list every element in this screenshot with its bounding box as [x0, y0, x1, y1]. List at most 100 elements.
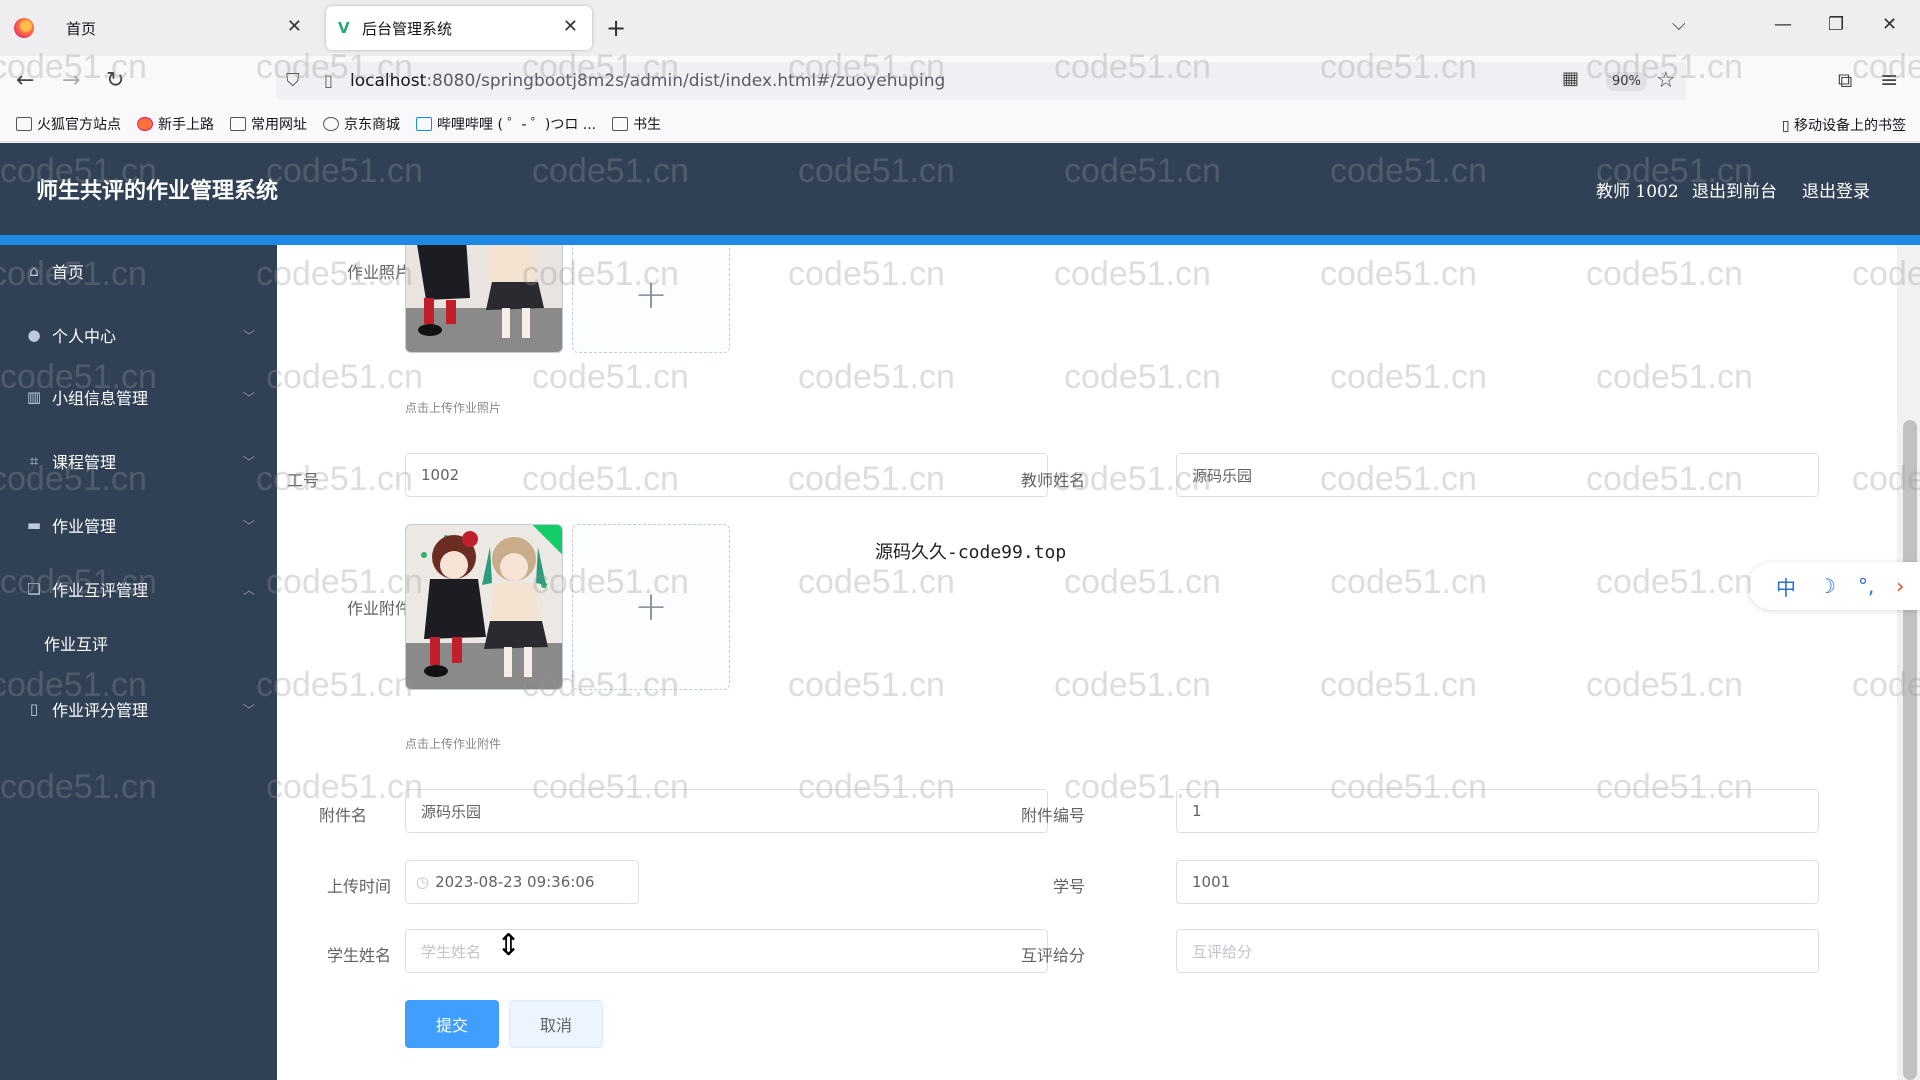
globe-icon	[323, 116, 339, 131]
anime-girls-image	[406, 525, 562, 689]
homework-icon: ▬	[26, 516, 42, 534]
folder-icon	[230, 116, 246, 131]
photo-upload-box[interactable]: +	[572, 245, 730, 353]
tab-label: 后台管理系统	[362, 19, 453, 38]
sidebar-item-scoring[interactable]: ▯ 作业评分管理 ﹀	[0, 689, 277, 729]
tab-list-icon[interactable]: ⌵	[1672, 14, 1686, 35]
bookmark-item[interactable]: 书生	[612, 114, 661, 134]
bookmark-item[interactable]: 哔哩哔哩 ( ゜- ゜)つロ ...	[416, 114, 596, 134]
chevron-down-icon: ﹀	[242, 390, 255, 405]
student-name-label: 学生姓名	[326, 946, 391, 965]
close-icon[interactable]: ✕	[563, 16, 578, 37]
bookmark-item[interactable]: 京东商城	[323, 114, 400, 134]
attachment-upload-box[interactable]: +	[572, 524, 730, 690]
chevron-down-icon: ﹀	[242, 702, 255, 717]
logout-link[interactable]: 退出登录	[1802, 177, 1870, 202]
moon-icon[interactable]: ☽	[1818, 574, 1836, 598]
tab-admin[interactable]: V 后台管理系统 ✕	[326, 6, 592, 50]
app-header: 师生共评的作业管理系统 教师 1002 退出到前台 退出登录	[0, 143, 1920, 235]
staff-no-label: 工号	[286, 471, 319, 490]
sidebar-item-peer-review[interactable]: ❏ 作业互评管理 ︿	[0, 569, 277, 609]
bookmark-star-icon[interactable]: ☆	[1656, 68, 1676, 93]
clock-icon: ◷	[416, 873, 430, 891]
teacher-name-field[interactable]: 源码乐园	[1176, 453, 1819, 497]
tab-label: 首页	[66, 19, 97, 38]
sidebar-item-peer-review-sub[interactable]: 作业互评	[0, 623, 277, 663]
extensions-icon[interactable]: ⧉	[1838, 68, 1852, 92]
plus-icon: +	[634, 584, 668, 630]
url-bar[interactable]: ⛉ ▯ localhost:8080/springbootj8m2s/admin…	[276, 62, 1686, 100]
staff-no-field[interactable]: 1002	[405, 453, 1048, 497]
mobile-bookmarks[interactable]: ▯ 移动设备上的书签	[1782, 115, 1906, 135]
forward-icon[interactable]: →	[62, 68, 80, 93]
chevron-down-icon: ﹀	[242, 454, 255, 469]
bilibili-icon	[416, 116, 432, 131]
vue-icon: V	[338, 19, 350, 37]
anime-girls-image	[406, 245, 562, 352]
teacher-name-label: 教师姓名	[1020, 471, 1085, 490]
peer-score-label: 互评给分	[1020, 946, 1085, 965]
menu-icon[interactable]: ≡	[1880, 68, 1898, 93]
qr-code-icon[interactable]: ▦	[1562, 68, 1579, 89]
plus-icon: +	[634, 272, 668, 318]
review-icon: ❏	[27, 580, 41, 598]
browser-tab-bar: 首页 ✕ V 后台管理系统 ✕ + ⌵ — ❐ ✕	[0, 0, 1920, 56]
attachment-thumbnail[interactable]	[405, 524, 563, 690]
folder-icon	[16, 116, 32, 131]
current-user: 教师 1002	[1596, 182, 1679, 202]
homework-photo-thumbnail[interactable]	[405, 245, 563, 353]
peer-score-input[interactable]: 互评给分	[1176, 929, 1819, 973]
bookmark-item[interactable]: 火狐官方站点	[16, 114, 121, 134]
punctuation-icon[interactable]: °,	[1858, 574, 1874, 598]
attachment-label: 作业附件	[346, 599, 411, 618]
chevron-down-icon: ﹀	[242, 328, 255, 343]
sidebar-item-course[interactable]: ⌗ 课程管理 ﹀	[0, 441, 277, 481]
attachment-upload-hint: 点击上传作业附件	[405, 737, 502, 751]
attach-no-field[interactable]: 1	[1176, 789, 1819, 833]
sidebar-item-homework[interactable]: ▬ 作业管理 ﹀	[0, 505, 277, 545]
chevron-up-icon: ︿	[242, 582, 255, 597]
sidebar-item-group[interactable]: ▥ 小组信息管理 ﹀	[0, 377, 277, 417]
group-icon: ▥	[26, 388, 42, 406]
close-icon[interactable]: ✕	[287, 16, 302, 37]
minimize-button[interactable]: —	[1774, 14, 1792, 35]
firefox-icon	[137, 116, 153, 131]
score-icon: ▯	[29, 700, 39, 718]
submit-button[interactable]: 提交	[405, 1000, 499, 1048]
app-title: 师生共评的作业管理系统	[36, 178, 279, 204]
cancel-button[interactable]: 取消	[509, 1000, 603, 1048]
photo-upload-hint: 点击上传作业照片	[405, 401, 502, 415]
shield-icon[interactable]: ⛉	[286, 70, 300, 91]
student-no-field[interactable]: 1001	[1176, 860, 1819, 904]
restore-button[interactable]: ❐	[1828, 14, 1844, 35]
attach-no-label: 附件编号	[1020, 806, 1085, 825]
text-cursor-icon: ⇕	[496, 928, 522, 963]
zoom-level[interactable]: 90%	[1606, 72, 1647, 91]
ime-language[interactable]: 中	[1776, 572, 1796, 601]
browser-nav-bar: ← → ↻ ⛉ ▯ localhost:8080/springbootj8m2s…	[0, 56, 1920, 106]
sidebar-item-profile[interactable]: ● 个人中心 ﹀	[0, 315, 277, 355]
bookmarks-bar: 火狐官方站点 新手上路 常用网址 京东商城 哔哩哔哩 ( ゜- ゜)つロ ...…	[0, 106, 1920, 142]
url-host: localhost	[350, 71, 427, 91]
attach-name-label: 附件名	[318, 806, 367, 825]
new-tab-button[interactable]: +	[606, 14, 626, 42]
ime-toolbar[interactable]: 中 ☽ °, ›	[1748, 562, 1920, 610]
bookmark-item[interactable]: 常用网址	[230, 114, 307, 134]
to-front-link[interactable]: 退出到前台	[1692, 177, 1777, 202]
folder-icon	[612, 116, 629, 131]
close-window-button[interactable]: ✕	[1882, 14, 1897, 35]
bookmark-item[interactable]: 新手上路	[137, 114, 214, 134]
tab-home[interactable]: 首页 ✕	[52, 6, 316, 50]
chevron-right-icon[interactable]: ›	[1896, 574, 1904, 598]
upload-time-label: 上传时间	[326, 877, 391, 896]
reload-icon[interactable]: ↻	[106, 68, 124, 93]
promo-text: 源码久久-code99.top	[875, 542, 1067, 563]
attach-name-field[interactable]: 源码乐园	[405, 789, 1048, 833]
upload-time-picker[interactable]: ◷ 2023-08-23 09:36:06	[405, 860, 639, 904]
chevron-down-icon: ﹀	[242, 518, 255, 533]
scrollbar-thumb[interactable]	[1903, 420, 1917, 1080]
home-icon: ⌂	[29, 262, 39, 280]
back-icon[interactable]: ←	[16, 68, 34, 93]
firefox-icon[interactable]	[14, 18, 34, 38]
sidebar-item-home[interactable]: ⌂ 首页	[0, 251, 277, 291]
